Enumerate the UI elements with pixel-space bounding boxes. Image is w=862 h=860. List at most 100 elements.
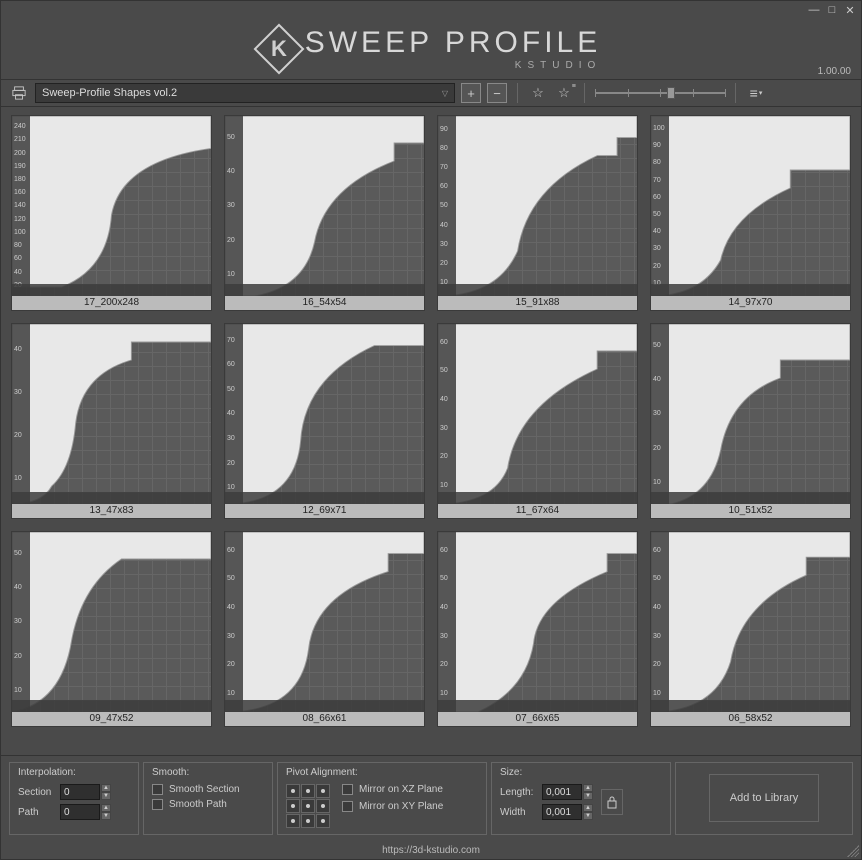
slider-thumb[interactable] <box>667 87 675 99</box>
path-input[interactable] <box>60 804 100 820</box>
thumbnail-07_66x65[interactable]: 60504030201007_66x65 <box>437 531 638 727</box>
favorite-icon[interactable]: ☆ <box>528 83 548 103</box>
thumbnail-13_47x83[interactable]: 4030201013_47x83 <box>11 323 212 519</box>
pivot-mc[interactable] <box>301 799 315 813</box>
zoom-slider[interactable] <box>595 83 725 103</box>
mirror-xy-checkbox[interactable] <box>342 801 353 812</box>
thumbnail-label: 08_66x61 <box>225 712 424 726</box>
logo-text: SWEEP PROFILE KSTUDIO <box>305 28 602 71</box>
spinner-up[interactable]: ▲ <box>583 804 593 812</box>
ruler-horizontal <box>651 284 850 296</box>
maximize-button[interactable]: □ <box>825 3 839 17</box>
profile-shape <box>12 532 211 712</box>
logo-mark: K <box>253 24 304 75</box>
ruler-horizontal <box>225 700 424 712</box>
length-spinner[interactable]: ▲▼ <box>542 784 593 800</box>
group-smooth: Smooth: Smooth Section Smooth Path <box>143 762 273 835</box>
pivot-tl[interactable] <box>286 784 300 798</box>
ruler-horizontal <box>438 492 637 504</box>
ruler-horizontal <box>225 284 424 296</box>
smooth-path-checkbox[interactable] <box>152 799 163 810</box>
spinner-up[interactable]: ▲ <box>101 784 111 792</box>
mirror-xz-checkbox[interactable] <box>342 784 353 795</box>
pivot-bl[interactable] <box>286 814 300 828</box>
thumbnail-17_200x248[interactable]: 2402102001901801601401201008060402017_20… <box>11 115 212 311</box>
path-spinner[interactable]: ▲▼ <box>60 804 111 820</box>
add-button[interactable]: + <box>461 83 481 103</box>
library-dropdown-label: Sweep-Profile Shapes vol.2 <box>42 87 177 99</box>
ruler-vertical: 908070605040302010 <box>438 116 456 296</box>
ruler-vertical: 40302010 <box>12 324 30 504</box>
pivot-br[interactable] <box>316 814 330 828</box>
thumbnail-label: 12_69x71 <box>225 504 424 518</box>
group-pivot: Pivot Alignment: Mirror on XZ P <box>277 762 487 835</box>
ruler-horizontal <box>12 700 211 712</box>
ruler-horizontal <box>651 700 850 712</box>
spinner-down[interactable]: ▼ <box>101 792 111 800</box>
ruler-horizontal <box>12 284 211 296</box>
thumbnail-10_51x52[interactable]: 504030201010_51x52 <box>650 323 851 519</box>
profile-shape <box>651 532 850 712</box>
label-mirror-xz: Mirror on XZ Plane <box>359 784 443 795</box>
pivot-mr[interactable] <box>316 799 330 813</box>
thumbnail-12_69x71[interactable]: 7060504030201012_69x71 <box>224 323 425 519</box>
minimize-button[interactable]: — <box>807 3 821 17</box>
group-title: Size: <box>500 767 662 778</box>
group-interpolation: Interpolation: Section ▲▼ Path ▲▼ <box>9 762 139 835</box>
spinner-down[interactable]: ▼ <box>101 812 111 820</box>
library-dropdown[interactable]: Sweep-Profile Shapes vol.2 ▽ <box>35 83 455 103</box>
thumbnail-preview: 605040302010 <box>651 532 850 712</box>
sort-icon[interactable]: ≡▾ <box>746 83 766 103</box>
app-window: — □ ✕ K SWEEP PROFILE KSTUDIO 1.00.00 Sw… <box>0 0 862 860</box>
smooth-section-checkbox[interactable] <box>152 784 163 795</box>
thumbnail-06_58x52[interactable]: 60504030201006_58x52 <box>650 531 851 727</box>
remove-button[interactable]: − <box>487 83 507 103</box>
thumbnail-08_66x61[interactable]: 60504030201008_66x61 <box>224 531 425 727</box>
pivot-bc[interactable] <box>301 814 315 828</box>
ruler-vertical: 24021020019018016014012010080604020 <box>12 116 30 296</box>
length-input[interactable] <box>542 784 582 800</box>
thumbnail-11_67x64[interactable]: 60504030201011_67x64 <box>437 323 638 519</box>
spinner-up[interactable]: ▲ <box>583 784 593 792</box>
thumbnail-14_97x70[interactable]: 10090807060504030201014_97x70 <box>650 115 851 311</box>
header: K SWEEP PROFILE KSTUDIO 1.00.00 <box>1 19 861 79</box>
ruler-horizontal <box>651 492 850 504</box>
profile-shape <box>225 324 424 504</box>
profile-shape <box>651 116 850 296</box>
footer: https://3d-kstudio.com <box>1 841 861 859</box>
resize-grip[interactable] <box>847 845 859 857</box>
print-icon[interactable] <box>9 83 29 103</box>
toolbar: Sweep-Profile Shapes vol.2 ▽ + − ☆ ☆≡ ≡▾ <box>1 79 861 107</box>
thumbnail-16_54x54[interactable]: 504030201016_54x54 <box>224 115 425 311</box>
close-button[interactable]: ✕ <box>843 3 857 17</box>
footer-url[interactable]: https://3d-kstudio.com <box>382 845 480 856</box>
spinner-down[interactable]: ▼ <box>583 812 593 820</box>
ruler-vertical: 605040302010 <box>651 532 669 712</box>
ruler-horizontal <box>438 700 637 712</box>
chevron-down-icon: ▽ <box>442 89 448 98</box>
pivot-grid[interactable] <box>286 784 330 828</box>
label-path: Path <box>18 807 54 818</box>
pivot-tc[interactable] <box>301 784 315 798</box>
favorite-filter-icon[interactable]: ☆≡ <box>554 83 574 103</box>
spinner-up[interactable]: ▲ <box>101 804 111 812</box>
label-width: Width <box>500 807 536 818</box>
thumbnail-15_91x88[interactable]: 90807060504030201015_91x88 <box>437 115 638 311</box>
spinner-down[interactable]: ▼ <box>583 792 593 800</box>
width-input[interactable] <box>542 804 582 820</box>
ruler-vertical: 605040302010 <box>438 532 456 712</box>
add-to-library-button[interactable]: Add to Library <box>709 774 819 822</box>
thumbnail-grid[interactable]: 2402102001901801601401201008060402017_20… <box>1 107 861 755</box>
width-spinner[interactable]: ▲▼ <box>542 804 593 820</box>
thumbnail-09_47x52[interactable]: 504030201009_47x52 <box>11 531 212 727</box>
lock-aspect-button[interactable] <box>601 789 623 815</box>
group-library: Add to Library <box>675 762 853 835</box>
profile-shape <box>438 116 637 296</box>
section-spinner[interactable]: ▲▼ <box>60 784 111 800</box>
pivot-ml[interactable] <box>286 799 300 813</box>
thumbnail-preview: 605040302010 <box>438 324 637 504</box>
section-input[interactable] <box>60 784 100 800</box>
label-section: Section <box>18 787 54 798</box>
titlebar: — □ ✕ <box>1 1 861 19</box>
pivot-tr[interactable] <box>316 784 330 798</box>
